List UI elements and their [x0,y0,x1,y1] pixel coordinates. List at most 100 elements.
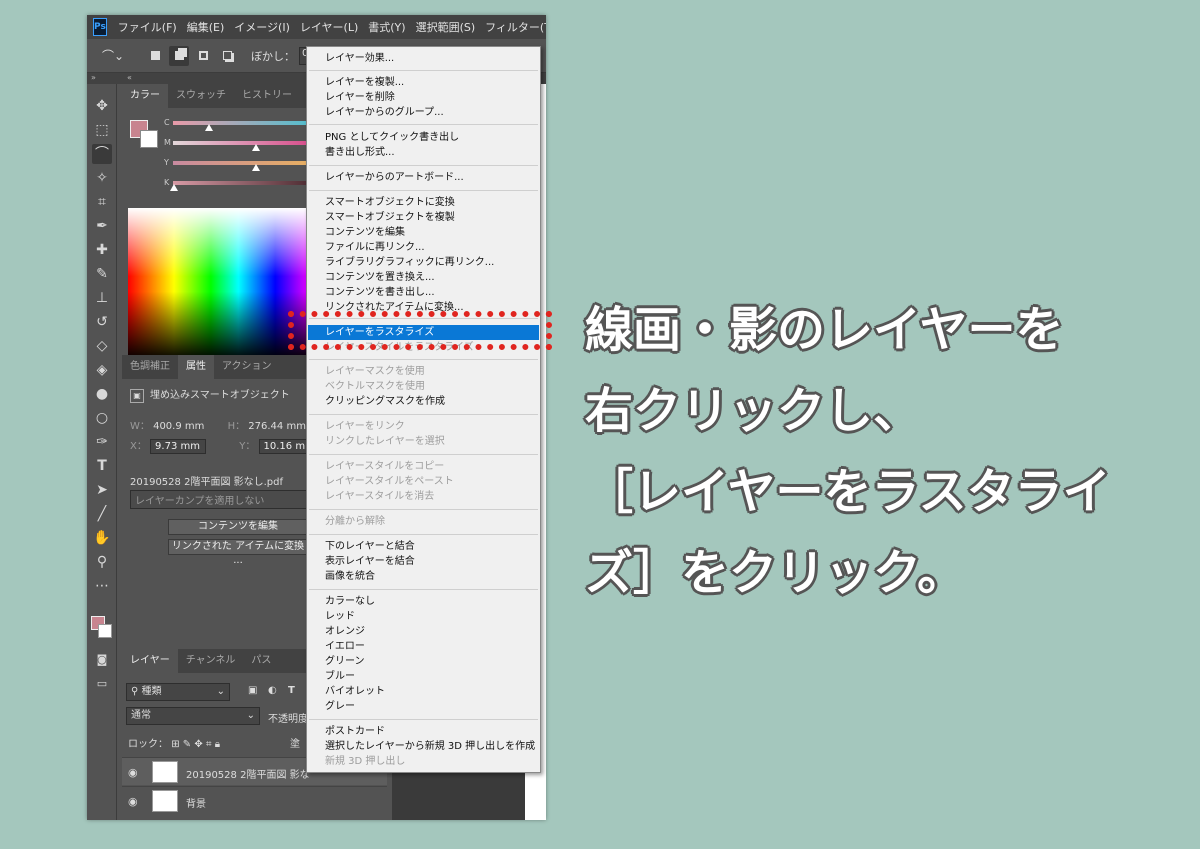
menu-item-paste-layer-style[interactable]: レイヤースタイルをペースト [308,474,539,489]
marquee-tool-icon[interactable]: ⬚ [92,120,112,140]
menu-item-relink-file[interactable]: ファイルに再リンク... [308,240,539,255]
tab-color[interactable]: カラー [122,84,168,108]
intersect-selection-icon[interactable] [217,46,237,66]
slider-k-knob[interactable] [170,184,179,191]
layer-name[interactable]: 20190528 2階平面図 影な [186,766,310,781]
history-brush-tool-icon[interactable]: ↺ [92,312,112,332]
lock-position-icon[interactable]: ✥ [194,739,202,750]
eraser-tool-icon[interactable]: ◇ [92,336,112,356]
menu-item-new-3d-extrusion[interactable]: 新規 3D 押し出し [308,754,539,769]
menu-item-duplicate-layer[interactable]: レイヤーを複製... [308,75,539,90]
menu-item-layer-effects[interactable]: レイヤー効果... [308,51,539,66]
lock-all-icon[interactable]: 🔒︎ [215,739,220,750]
panel-background-swatch[interactable] [140,130,158,148]
filter-pixel-icon[interactable]: ▣ [248,685,257,696]
color-spectrum[interactable] [128,208,312,360]
menu-image[interactable]: イメージ(I) [229,19,295,35]
menu-item-quick-export-png[interactable]: PNG としてクイック書き出し [308,130,539,145]
menu-item-export-contents[interactable]: コンテンツを書き出し... [308,285,539,300]
width-value[interactable]: 400.9 mm [153,421,204,432]
layer-comp-placeholder[interactable]: レイヤーカンプを適用しない [130,490,308,509]
stamp-tool-icon[interactable]: ⊥ [92,288,112,308]
more-tools-icon[interactable]: ⋯ [92,576,112,596]
magic-wand-tool-icon[interactable]: ✧ [92,168,112,188]
new-selection-icon[interactable] [145,46,165,66]
zoom-tool-icon[interactable]: ⚲ [92,552,112,572]
tab-swatches[interactable]: スウォッチ [168,84,234,108]
convert-to-linked-button[interactable]: リンクされた アイテムに変換 ... [168,539,308,566]
menu-item-postcard[interactable]: ポストカード [308,724,539,739]
menu-item-color-red[interactable]: レッド [308,609,539,624]
lasso-preset-icon[interactable]: ⌒⌄ [99,46,127,66]
menu-item-release-isolation[interactable]: 分離から解除 [308,514,539,529]
collapse-panels-icon[interactable]: « [127,73,132,82]
menu-item-group-from-layers[interactable]: レイヤーからのグループ... [308,105,539,120]
eyedropper-tool-icon[interactable]: ✒ [92,216,112,236]
slider-y-knob[interactable] [251,164,260,171]
menu-item-color-yellow[interactable]: イエロー [308,639,539,654]
pen-tool-icon[interactable]: ✑ [92,432,112,452]
layer-name[interactable]: 背景 [186,795,206,810]
menu-item-color-violet[interactable]: バイオレット [308,684,539,699]
menu-item-convert-smart-object[interactable]: スマートオブジェクトに変換 [308,195,539,210]
menu-item-clear-layer-style[interactable]: レイヤースタイルを消去 [308,489,539,504]
type-tool-icon[interactable]: T [92,456,112,476]
quick-mask-icon[interactable]: ◙ [92,650,112,670]
screen-mode-icon[interactable]: ▭ [92,674,112,694]
line-tool-icon[interactable]: ╱ [92,504,112,524]
menu-item-new-3d-extrusion-from-layer[interactable]: 選択したレイヤーから新規 3D 押し出しを作成 [308,739,539,754]
menu-item-merge-visible[interactable]: 表示レイヤーを結合 [308,554,539,569]
filter-type-icon[interactable]: T [288,685,295,696]
menu-item-replace-contents[interactable]: コンテンツを置き換え... [308,270,539,285]
tab-history[interactable]: ヒストリー [234,84,300,108]
x-input[interactable]: 9.73 mm [150,439,207,454]
menu-file[interactable]: ファイル(F) [113,19,182,35]
slider-k[interactable]: K [164,178,314,191]
paint-bucket-tool-icon[interactable]: ◈ [92,360,112,380]
layer-filter-select[interactable]: ⚲ 種類 ⌄ [126,683,230,701]
background-color-swatch[interactable] [98,624,112,638]
expand-toolbar-icon[interactable]: » [91,73,96,82]
slider-c-knob[interactable] [205,124,214,131]
menu-item-color-orange[interactable]: オレンジ [308,624,539,639]
menu-layer[interactable]: レイヤー(L) [295,19,363,35]
menu-item-enable-vector-mask[interactable]: ベクトルマスクを使用 [308,379,539,394]
menu-item-color-blue[interactable]: ブルー [308,669,539,684]
height-value[interactable]: 276.44 mm [248,421,306,432]
menu-item-enable-layer-mask[interactable]: レイヤーマスクを使用 [308,364,539,379]
menu-item-copy-layer-style[interactable]: レイヤースタイルをコピー [308,459,539,474]
menu-item-link-layers[interactable]: レイヤーをリンク [308,419,539,434]
menu-item-color-none[interactable]: カラーなし [308,594,539,609]
lasso-tool-icon[interactable]: ⌒ [92,144,112,164]
healing-tool-icon[interactable]: ✚ [92,240,112,260]
add-selection-icon[interactable] [169,45,189,66]
menu-item-duplicate-smart-object[interactable]: スマートオブジェクトを複製 [308,210,539,225]
menu-select[interactable]: 選択範囲(S) [411,19,481,35]
menu-item-color-green[interactable]: グリーン [308,654,539,669]
visibility-eye-icon[interactable]: ◉ [128,766,138,779]
menu-item-merge-down[interactable]: 下のレイヤーと結合 [308,539,539,554]
crop-tool-icon[interactable]: ⌗ [92,192,112,212]
menu-item-relink-library[interactable]: ライブラリグラフィックに再リンク... [308,255,539,270]
lock-image-icon[interactable]: ✎ [183,739,191,750]
brush-tool-icon[interactable]: ✎ [92,264,112,284]
slider-m-knob[interactable] [251,144,260,151]
menu-item-artboard-from-layers[interactable]: レイヤーからのアートボード... [308,170,539,185]
path-selection-tool-icon[interactable]: ➤ [92,480,112,500]
y-input[interactable]: 10.16 mm [258,439,315,454]
menu-item-delete-layer[interactable]: レイヤーを削除 [308,90,539,105]
menu-item-select-linked-layers[interactable]: リンクしたレイヤーを選択 [308,434,539,449]
menu-item-flatten-image[interactable]: 画像を統合 [308,569,539,584]
subtract-selection-icon[interactable] [193,46,213,66]
layer-row[interactable]: ◉ 背景 [122,786,387,814]
lock-transparent-icon[interactable]: ⊞ [171,739,179,750]
lock-artboard-icon[interactable]: ⌗ [206,739,212,750]
menu-item-export-as[interactable]: 書き出し形式... [308,145,539,160]
dodge-tool-icon[interactable]: ○ [92,408,112,428]
layer-comp-select[interactable]: レイヤーカンプを適用しない [130,490,308,509]
menu-type[interactable]: 書式(Y) [363,19,410,35]
menu-item-color-gray[interactable]: グレー [308,699,539,714]
slider-m[interactable]: M [164,138,314,151]
slider-c[interactable]: C [164,118,314,131]
filter-adjustment-icon[interactable]: ◐ [268,685,277,696]
